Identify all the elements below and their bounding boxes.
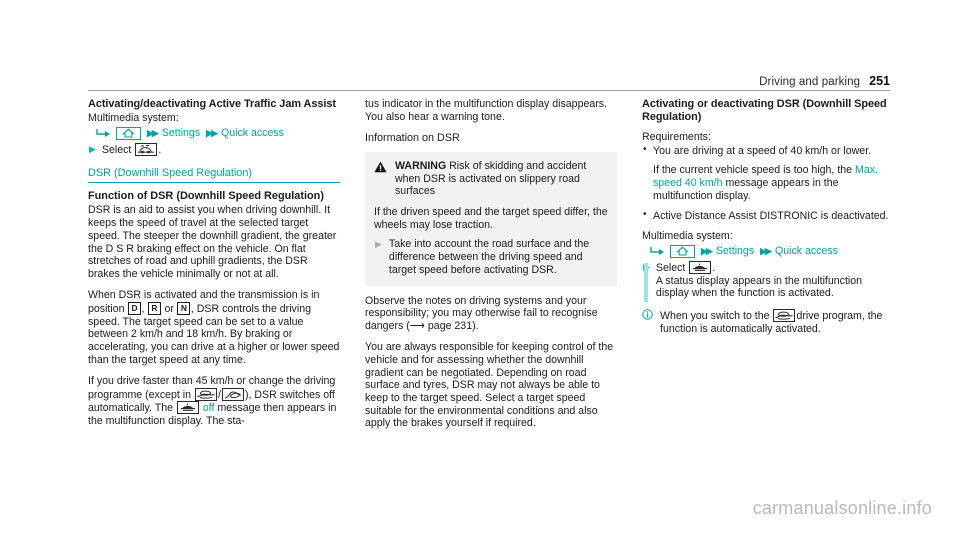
gear-or-label: or <box>164 302 174 315</box>
page-reference-link[interactable]: page 231 <box>428 320 472 332</box>
step-select-traffic-jam[interactable]: ▶ Select . <box>88 142 340 157</box>
requirements-list-2: Active Distance Assist DISTRONIC is deac… <box>642 209 894 223</box>
off-message-text: off <box>202 402 215 415</box>
gear-position-d: D <box>127 301 142 315</box>
para3-slash: / <box>218 388 221 401</box>
home-icon-2[interactable] <box>670 244 695 258</box>
warning-box: WARNING Risk of skidding and accident wh… <box>365 151 617 286</box>
select-trailing: . <box>158 143 162 156</box>
subheading-function-of-dsr: Function of DSR (Downhill Speed Regulati… <box>88 190 324 203</box>
gear-position-n: N <box>177 301 191 315</box>
info-note-text: When you switch to the drive program, th… <box>660 309 894 335</box>
warning-step-text: Take into account the road surface and t… <box>388 238 590 276</box>
cross-reference-arrow-icon: ⟶ <box>409 319 428 332</box>
menu-item-settings[interactable]: Settings <box>162 127 200 140</box>
requirements-label: Requirements: <box>642 131 711 143</box>
requirement-note: If the current vehicle speed is too high… <box>642 164 894 202</box>
select-trailing-2: . <box>712 261 716 274</box>
select-label: Select <box>101 143 132 156</box>
paragraph-dsr-transmission: When DSR is activated and the transmissi… <box>88 289 340 366</box>
warning-action-step: ▶ Take into account the road surface and… <box>374 238 608 276</box>
menu-item-quick-access[interactable]: Quick access <box>221 127 284 140</box>
link-dsr-section[interactable]: DSR (Downhill Speed Regulation) <box>88 166 340 184</box>
warning-header-row: WARNING Risk of skidding and accident wh… <box>374 160 608 198</box>
list-item: Active Distance Assist DISTRONIC is deac… <box>642 209 894 223</box>
section-heading-activating-dsr: Activating or deactivating DSR (Downhill… <box>642 98 887 123</box>
req-note-a: If the current vehicle speed is too high… <box>653 164 853 177</box>
path-arrow-icon <box>96 128 112 138</box>
subheading-information-on-dsr: Information on DSR <box>365 131 460 144</box>
column-3: Activating or deactivating DSR (Downhill… <box>642 98 894 335</box>
path-arrow-icon-2 <box>650 246 666 256</box>
menu-item-settings-2[interactable]: Settings <box>716 245 754 258</box>
paragraph-observe-notes: Observe the notes on driving systems and… <box>365 295 617 333</box>
dsr-icon <box>176 401 199 415</box>
chevron-double-right-icon-4: ▶▶ <box>760 245 772 256</box>
offroad-drive-program-icon-2 <box>773 309 796 323</box>
paragraph-responsibility: You are always responsible for keeping c… <box>365 341 614 430</box>
step-select-body: Select . <box>101 142 340 157</box>
header-section-title: Driving and parking <box>759 76 861 88</box>
column-1: Activating/deactivating Active Traffic J… <box>88 98 340 428</box>
chevron-double-right-icon: ▶▶ <box>147 127 159 138</box>
step-accent-bar <box>643 262 648 303</box>
page-columns: Activating/deactivating Active Traffic J… <box>88 98 894 478</box>
page-header: Driving and parking 251 <box>88 72 890 91</box>
paragraph-dsr-switchoff: If you drive faster than 45 km/h or chan… <box>88 375 340 428</box>
page-number: 251 <box>869 74 890 88</box>
paragraph-dsr-description: DSR is an aid to assist you when driving… <box>88 204 337 280</box>
observe-part-b: ). <box>472 319 479 332</box>
select-description: A status display appears in the multifun… <box>655 274 863 300</box>
step-select-dsr-body: Select . A status display appears in the… <box>655 260 894 300</box>
traffic-jam-assist-icon <box>135 142 158 156</box>
manual-page: Driving and parking 251 Activating/deacti… <box>0 0 960 533</box>
watermark: carmanualsonline.info <box>752 498 932 518</box>
step-triangle-icon-warning: ▶ <box>375 239 382 250</box>
info-circle-icon <box>642 309 653 325</box>
select-label-2: Select <box>655 261 686 274</box>
requirements-list: You are driving at a speed of 40 km/h or… <box>642 144 894 158</box>
curve-drive-program-icon <box>221 387 244 401</box>
observe-part-a: Observe the notes on driving systems and… <box>365 294 598 332</box>
gear-position-r: R <box>147 301 161 315</box>
warning-label: WARNING <box>395 159 447 172</box>
note-part-a: When you switch to the <box>660 310 770 323</box>
list-item: You are driving at a speed of 40 km/h or… <box>642 144 894 158</box>
column-2: tus indicator in the multifunction displ… <box>365 98 617 439</box>
info-note: When you switch to the drive program, th… <box>642 309 894 335</box>
chevron-double-right-icon-2: ▶▶ <box>206 127 218 138</box>
dsr-icon-2 <box>689 260 712 274</box>
paragraph-continuation: tus indicator in the multifunction displ… <box>365 98 608 123</box>
multimedia-system-label-2: Multimedia system: <box>642 230 733 243</box>
offroad-drive-program-icon <box>195 387 217 401</box>
step-select-dsr[interactable]: ▶ Select . A status display appears in t… <box>642 260 894 303</box>
multimedia-system-label: Multimedia system: <box>88 112 179 124</box>
menu-path-traffic-jam[interactable]: ▶▶ Settings ▶▶ Quick access <box>96 126 340 140</box>
warning-body-text: If the driven speed and the target speed… <box>374 206 608 231</box>
warning-title-text: WARNING Risk of skidding and accident wh… <box>395 160 608 198</box>
chevron-double-right-icon-3: ▶▶ <box>701 245 713 256</box>
step-triangle-icon: ▶ <box>89 143 96 154</box>
section-heading-traffic-jam-assist: Activating/deactivating Active Traffic J… <box>88 98 336 110</box>
para2-part-b: , DSR controls the driving speed. The ta… <box>88 302 340 366</box>
home-icon[interactable] <box>116 126 141 140</box>
menu-item-quick-access-2[interactable]: Quick access <box>775 245 838 258</box>
warning-triangle-icon <box>374 160 387 177</box>
menu-path-dsr[interactable]: ▶▶ Settings ▶▶ Quick access <box>650 244 894 258</box>
